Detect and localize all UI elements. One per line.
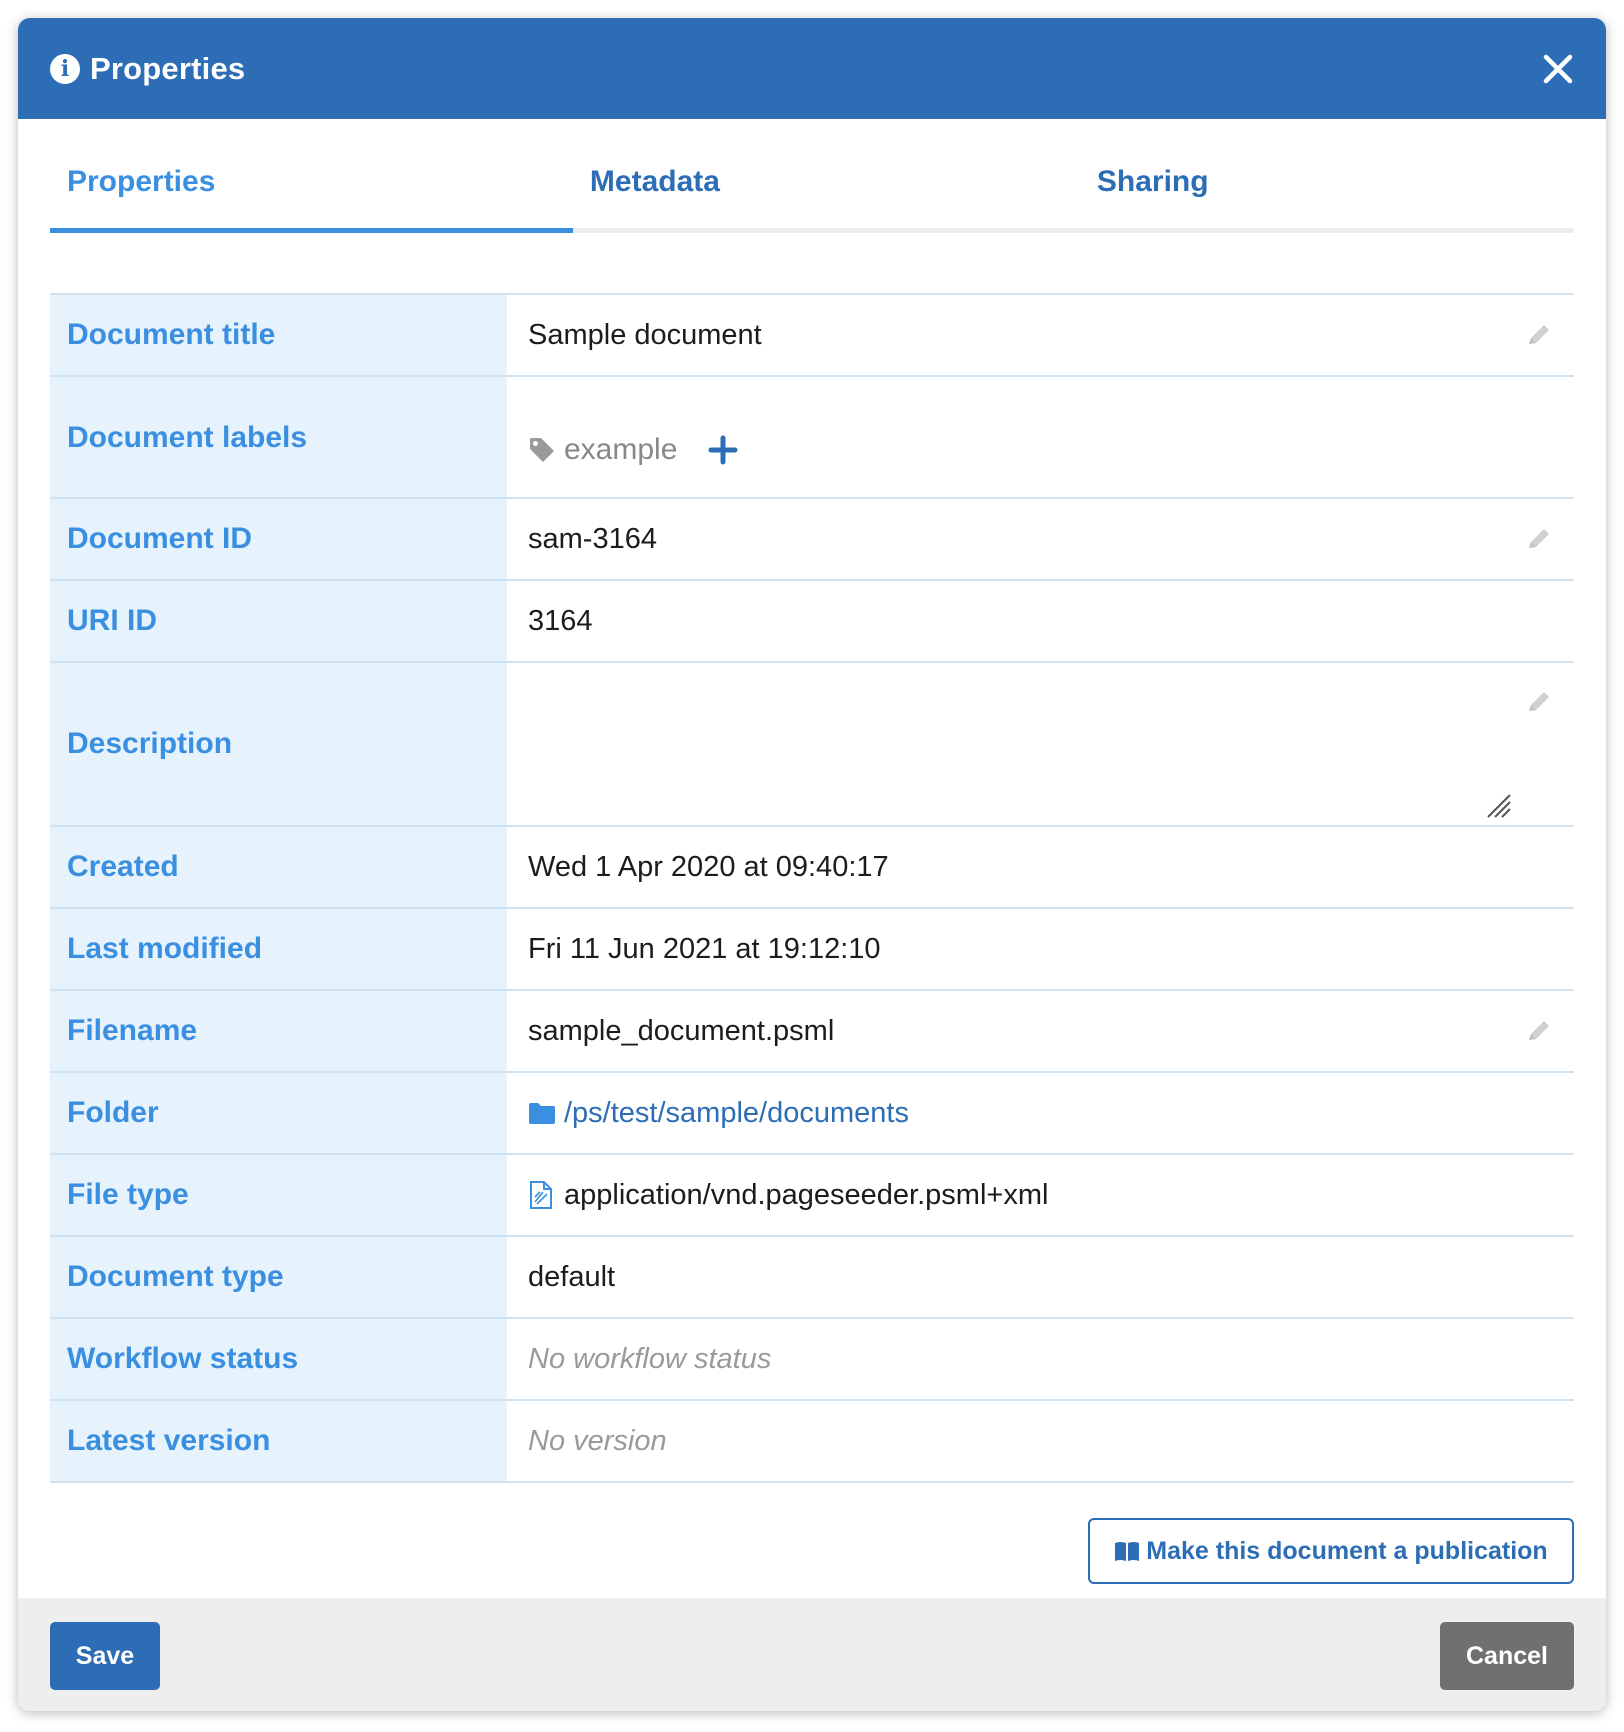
dialog-title: Properties <box>90 50 246 86</box>
row-workflow-status: Workflow status No workflow status <box>50 1319 1574 1401</box>
folder-icon <box>529 1103 555 1124</box>
latest-version-value: No version <box>507 1401 1574 1481</box>
tag-label: example <box>564 433 678 466</box>
label-tag[interactable]: example <box>528 407 739 467</box>
document-id-text: sam-3164 <box>528 522 657 555</box>
row-description: Description <box>50 663 1574 827</box>
properties-table: Document title Sample document Document … <box>50 293 1574 1483</box>
workflow-status-text: No workflow status <box>528 1342 772 1375</box>
created-value: Wed 1 Apr 2020 at 09:40:17 <box>507 827 1574 907</box>
row-document-title: Document title Sample document <box>50 295 1574 377</box>
row-document-id: Document ID sam-3164 <box>50 499 1574 581</box>
row-filename: Filename sample_document.psml <box>50 991 1574 1073</box>
filename-value[interactable]: sample_document.psml <box>507 991 1574 1071</box>
created-text: Wed 1 Apr 2020 at 09:40:17 <box>528 850 889 883</box>
make-publication-label: Make this document a publication <box>1146 1536 1548 1565</box>
uri-id-label: URI ID <box>50 581 507 661</box>
document-labels-value: example <box>507 377 1574 497</box>
file-type-text: application/vnd.pageseeder.psml+xml <box>564 1178 1049 1211</box>
tab-metadata[interactable]: Metadata <box>573 142 1080 228</box>
document-title-label: Document title <box>50 295 507 375</box>
created-label: Created <box>50 827 507 907</box>
row-document-labels: Document labels example <box>50 377 1574 499</box>
latest-version-text: No version <box>528 1424 667 1457</box>
document-id-label: Document ID <box>50 499 507 579</box>
save-button[interactable]: Save <box>50 1622 160 1690</box>
filename-text: sample_document.psml <box>528 1014 835 1047</box>
last-modified-value: Fri 11 Jun 2021 at 19:12:10 <box>507 909 1574 989</box>
document-labels-label: Document labels <box>50 377 507 497</box>
row-created: Created Wed 1 Apr 2020 at 09:40:17 <box>50 827 1574 909</box>
workflow-status-label: Workflow status <box>50 1319 507 1399</box>
description-label: Description <box>50 663 507 825</box>
row-folder: Folder /ps/test/sample/documents <box>50 1073 1574 1155</box>
pencil-icon[interactable] <box>1524 524 1554 554</box>
latest-version-label: Latest version <box>50 1401 507 1481</box>
cancel-button[interactable]: Cancel <box>1440 1622 1574 1690</box>
description-field[interactable] <box>507 663 1574 825</box>
tab-properties[interactable]: Properties <box>50 142 573 233</box>
document-type-text: default <box>528 1260 616 1293</box>
folder-value: /ps/test/sample/documents <box>507 1073 1574 1153</box>
document-type-value: default <box>507 1237 1574 1317</box>
last-modified-label: Last modified <box>50 909 507 989</box>
document-title-value[interactable]: Sample document <box>507 295 1574 375</box>
dialog-header: i Properties <box>18 18 1606 119</box>
tab-bar: Properties Metadata Sharing <box>50 142 1574 233</box>
info-icon: i <box>50 53 80 84</box>
last-modified-text: Fri 11 Jun 2021 at 19:12:10 <box>528 932 881 965</box>
make-publication-button[interactable]: Make this document a publication <box>1088 1518 1574 1584</box>
pencil-icon[interactable] <box>1524 320 1554 350</box>
resize-handle-icon[interactable] <box>1484 791 1512 819</box>
row-last-modified: Last modified Fri 11 Jun 2021 at 19:12:1… <box>50 909 1574 991</box>
properties-dialog: i Properties Properties Metadata Sharing… <box>18 18 1606 1711</box>
tag-icon <box>530 438 554 462</box>
close-icon[interactable] <box>1538 49 1578 89</box>
document-title-text: Sample document <box>528 318 762 351</box>
row-document-type: Document type default <box>50 1237 1574 1319</box>
plus-icon[interactable] <box>707 434 739 466</box>
filename-label: Filename <box>50 991 507 1071</box>
row-uri-id: URI ID 3164 <box>50 581 1574 663</box>
document-id-value[interactable]: sam-3164 <box>507 499 1574 579</box>
row-latest-version: Latest version No version <box>50 1401 1574 1483</box>
uri-id-value: 3164 <box>507 581 1574 661</box>
workflow-status-value: No workflow status <box>507 1319 1574 1399</box>
tab-sharing[interactable]: Sharing <box>1080 142 1574 228</box>
folder-label: Folder <box>50 1073 507 1153</box>
file-type-label: File type <box>50 1155 507 1235</box>
book-icon <box>1115 1542 1140 1561</box>
document-type-label: Document type <box>50 1237 507 1317</box>
folder-link[interactable]: /ps/test/sample/documents <box>564 1097 909 1130</box>
uri-id-text: 3164 <box>528 604 593 637</box>
pencil-icon[interactable] <box>1524 1016 1554 1046</box>
row-file-type: File type application/vnd.pageseeder.psm… <box>50 1155 1574 1237</box>
file-type-value: application/vnd.pageseeder.psml+xml <box>507 1155 1574 1235</box>
dialog-footer: Save Cancel <box>18 1598 1606 1711</box>
pencil-icon[interactable] <box>1524 687 1554 717</box>
psml-file-icon <box>530 1181 552 1209</box>
